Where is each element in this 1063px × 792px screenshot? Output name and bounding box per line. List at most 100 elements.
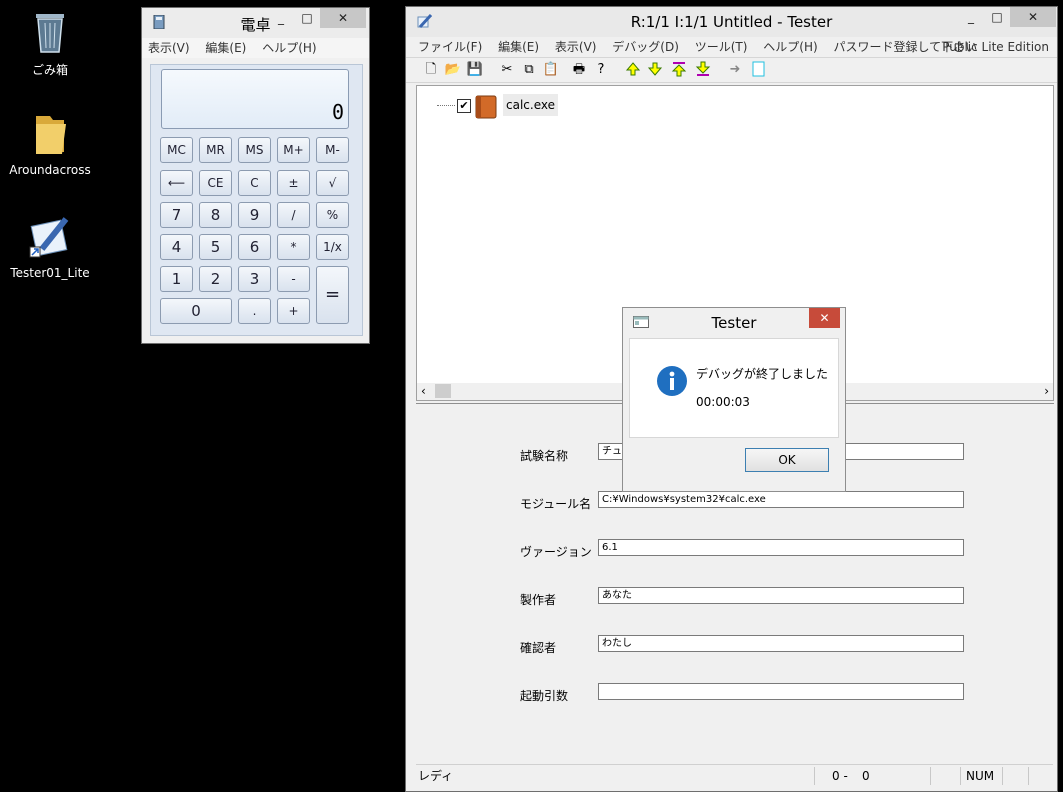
export-icon[interactable]: ➜ <box>726 61 744 79</box>
calculator-titlebar[interactable]: 電卓 _ □ ✕ <box>142 8 369 38</box>
subtract-button[interactable]: - <box>277 266 310 292</box>
paste-icon[interactable]: 📋 <box>542 61 560 79</box>
digit-0-button[interactable]: 0 <box>160 298 232 324</box>
menu-debug[interactable]: デバッグ(D) <box>612 40 679 54</box>
desktop-icon-label: Tester01_Lite <box>10 266 90 280</box>
plus-minus-button[interactable]: ± <box>277 170 310 196</box>
open-folder-icon[interactable]: 📂 <box>444 61 462 79</box>
launch-args-input[interactable] <box>598 683 964 700</box>
scroll-left-icon[interactable]: ‹ <box>421 384 426 398</box>
status-position-2: 0 <box>862 769 870 783</box>
reviewer-input[interactable]: わたし <box>598 635 964 652</box>
module-name-input[interactable]: C:¥Windows¥system32¥calc.exe <box>598 491 964 508</box>
scroll-right-icon[interactable]: › <box>1044 384 1049 398</box>
maximize-button[interactable]: □ <box>294 8 320 28</box>
mr-button[interactable]: MR <box>199 137 232 163</box>
move-up-icon[interactable] <box>624 61 642 79</box>
version-input[interactable]: 6.1 <box>598 539 964 556</box>
percent-button[interactable]: % <box>316 202 349 228</box>
menu-edit[interactable]: 編集(E) <box>498 40 539 54</box>
menu-help[interactable]: ヘルプ(H) <box>763 40 817 54</box>
digit-1-button[interactable]: 1 <box>160 266 193 292</box>
digit-8-button[interactable]: 8 <box>199 202 232 228</box>
tester-app-icon <box>5 213 95 262</box>
digit-6-button[interactable]: 6 <box>238 234 271 260</box>
menu-help[interactable]: ヘルプ(H) <box>262 41 316 55</box>
dialog-message: デバッグが終了しました <box>696 367 829 381</box>
tree-item-checkbox[interactable]: ✔ <box>457 99 471 113</box>
ms-button[interactable]: MS <box>238 137 271 163</box>
m-plus-button[interactable]: M+ <box>277 137 310 163</box>
digit-2-button[interactable]: 2 <box>199 266 232 292</box>
digit-5-button[interactable]: 5 <box>199 234 232 260</box>
mc-button[interactable]: MC <box>160 137 193 163</box>
cut-icon[interactable]: ✂ <box>498 61 516 79</box>
clear-button[interactable]: C <box>238 170 271 196</box>
digit-4-button[interactable]: 4 <box>160 234 193 260</box>
move-top-icon[interactable] <box>670 61 688 79</box>
status-num: NUM <box>966 769 995 783</box>
reviewer-label: 確認者 <box>520 641 557 655</box>
backspace-button[interactable]: ⟵ <box>160 170 193 196</box>
digit-9-button[interactable]: 9 <box>238 202 271 228</box>
desktop-icon-tester-shortcut[interactable]: Tester01_Lite <box>5 213 95 280</box>
menu-view[interactable]: 表示(V) <box>555 40 597 54</box>
digit-3-button[interactable]: 3 <box>238 266 271 292</box>
status-separator <box>814 767 815 785</box>
author-input[interactable]: あなた <box>598 587 964 604</box>
menu-view[interactable]: 表示(V) <box>148 41 190 55</box>
desktop-icon-folder[interactable]: Aroundacross <box>5 110 95 177</box>
help-icon[interactable]: ? <box>592 61 610 79</box>
add-button[interactable]: + <box>277 298 310 324</box>
ce-button[interactable]: CE <box>199 170 232 196</box>
close-button[interactable]: ✕ <box>320 8 366 28</box>
display-value: 0 <box>331 100 344 124</box>
page-icon[interactable] <box>750 61 768 79</box>
equals-button[interactable]: = <box>316 266 349 324</box>
scroll-thumb[interactable] <box>435 384 451 398</box>
menu-file[interactable]: ファイル(F) <box>418 40 482 54</box>
save-icon[interactable]: 💾 <box>466 61 484 79</box>
ok-button[interactable]: OK <box>745 448 829 472</box>
maximize-button[interactable]: □ <box>984 7 1010 27</box>
minimize-button[interactable]: _ <box>958 7 984 27</box>
author-label: 製作者 <box>520 593 557 607</box>
tester-title: R:1/1 I:1/1 Untitled - Tester <box>630 13 833 31</box>
folder-icon <box>5 110 95 159</box>
new-file-icon[interactable]: 🗋 <box>422 61 440 79</box>
desktop-icon-recycle-bin[interactable]: ごみ箱 <box>5 8 95 78</box>
calculator-window: 電卓 _ □ ✕ 表示(V) 編集(E) ヘルプ(H) 0 MC MR MS M… <box>141 7 370 344</box>
move-down-icon[interactable] <box>646 61 664 79</box>
multiply-button[interactable]: * <box>277 234 310 260</box>
status-separator <box>1002 767 1003 785</box>
tree-item-calc[interactable]: ✔ calc.exe <box>437 94 577 119</box>
menu-edit[interactable]: 編集(E) <box>205 41 246 55</box>
status-separator <box>960 767 961 785</box>
menu-tools[interactable]: ツール(T) <box>695 40 748 54</box>
close-button[interactable]: ✕ <box>809 308 840 328</box>
minimize-button[interactable]: _ <box>268 8 294 28</box>
status-position: 0 - <box>832 769 848 783</box>
sqrt-button[interactable]: √ <box>316 170 349 196</box>
copy-icon[interactable]: ⧉ <box>520 61 538 79</box>
dialog-body: デバッグが終了しました 00:00:03 <box>629 338 839 438</box>
decimal-button[interactable]: . <box>238 298 271 324</box>
dialog-elapsed-time: 00:00:03 <box>696 395 750 409</box>
move-bottom-icon[interactable] <box>694 61 712 79</box>
digit-7-button[interactable]: 7 <box>160 202 193 228</box>
tester-titlebar[interactable]: R:1/1 I:1/1 Untitled - Tester _ □ ✕ <box>406 7 1057 37</box>
test-name-label: 試験名称 <box>520 449 569 463</box>
desktop-icon-label: Aroundacross <box>9 163 91 177</box>
reciprocal-button[interactable]: 1/x <box>316 234 349 260</box>
m-minus-button[interactable]: M- <box>316 137 349 163</box>
divide-button[interactable]: / <box>277 202 310 228</box>
print-icon[interactable]: 🖶 <box>570 61 588 79</box>
information-icon <box>656 365 688 400</box>
status-text: レディ <box>418 769 454 783</box>
message-dialog: Tester ✕ デバッグが終了しました 00:00:03 OK <box>622 307 846 492</box>
dialog-titlebar[interactable]: Tester ✕ <box>623 308 845 338</box>
tester-toolbar: 🗋 📂 💾 ✂ ⧉ 📋 🖶 ? ➜ <box>406 57 1057 83</box>
version-label: ヴァージョン <box>520 545 592 559</box>
close-button[interactable]: ✕ <box>1010 7 1056 27</box>
edition-label: Public Lite Edition <box>942 40 1049 54</box>
